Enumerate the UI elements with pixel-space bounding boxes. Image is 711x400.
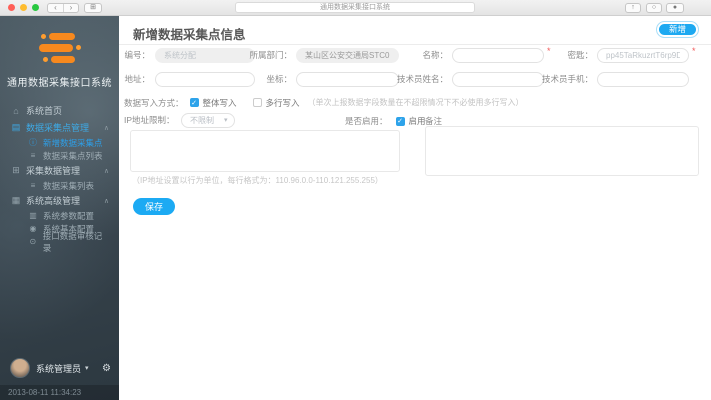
globe-icon: ◉	[27, 224, 39, 233]
chevron-up-icon: ∧	[104, 124, 109, 132]
department-field[interactable]	[296, 48, 399, 63]
list-icon: ≡	[27, 181, 39, 190]
sidebar-item-label: 系统首页	[26, 104, 62, 117]
divider	[119, 44, 711, 45]
name-label: 名称：	[414, 48, 448, 63]
share-icon[interactable]: ↑	[625, 3, 641, 13]
secret-label: 密匙：	[559, 48, 593, 63]
sidebar-menu: ⌂ 系统首页 ▤ 数据采集点管理 ∧ ⓘ 新增数据采集点 ≡ 数据采集点列表 ⊞…	[0, 102, 119, 248]
code-label: 编号：	[119, 48, 150, 63]
sidebar-item-collected-data-mgmt[interactable]: ⊞ 采集数据管理 ∧	[0, 162, 119, 179]
sidebar-item-label: 数据采集列表	[43, 180, 94, 192]
chevron-up-icon: ∧	[104, 167, 109, 175]
zoom-window-button[interactable]	[32, 4, 39, 11]
address-label: 地址：	[119, 72, 150, 87]
ip-note: （IP地址设置以行为单位，每行格式为：110.96.0.0-110.121.25…	[132, 175, 383, 186]
save-button[interactable]: 保存	[133, 198, 175, 215]
avatar	[10, 358, 30, 378]
enabled-row: 是否启用： ✓ 启用	[345, 115, 428, 127]
department-label: 所属部门：	[246, 48, 292, 63]
name-field[interactable]	[452, 48, 544, 63]
sidebar-item-label: 新增数据采集点	[43, 137, 103, 149]
nav-buttons: ‹ ›	[47, 3, 79, 13]
coordinate-field[interactable]	[296, 72, 399, 87]
tech-phone-label: 技术员手机：	[540, 72, 593, 87]
tech-phone-field[interactable]	[597, 72, 689, 87]
whole-write-label: 整体写入	[203, 97, 237, 109]
multiline-write-label: 多行写入	[266, 97, 300, 109]
audit-icon: ⊙	[27, 237, 39, 246]
sidebar-item-label: 采集数据管理	[26, 164, 80, 177]
sidebar-item-collection-point-list[interactable]: ≡ 数据采集点列表	[0, 149, 119, 162]
forward-icon[interactable]: ›	[63, 4, 78, 12]
modules-icon: ▦	[10, 195, 22, 206]
ip-list-textarea[interactable]	[130, 130, 400, 172]
sidebar-item-label: 系统高级管理	[26, 194, 80, 207]
reader-icon[interactable]: ○	[646, 3, 662, 13]
multiline-write-checkbox[interactable]	[253, 98, 262, 107]
sidebar: 通用数据采集接口系统 ⌂ 系统首页 ▤ 数据采集点管理 ∧ ⓘ 新增数据采集点 …	[0, 16, 119, 400]
profile-icon[interactable]: ●	[666, 3, 684, 13]
write-mode-row: 数据写入方式： ✓ 整体写入 多行写入 （单次上报数据字段数量在不超限情况下不必…	[124, 96, 524, 109]
user-menu[interactable]: 系统管理员 ▾ ⚙	[10, 358, 111, 378]
address-bar[interactable]: 通用数据采集接口系统	[235, 2, 475, 13]
sidebar-item-system-param-config[interactable]: ▥ 系统参数配置	[0, 209, 119, 222]
address-field[interactable]	[155, 72, 255, 87]
ip-limit-select[interactable]: 不限制 ▾	[181, 113, 235, 128]
main-content: 新增数据采集点信息 新增 编号： 所属部门： 名称： * 密匙： * 地址： 坐…	[119, 16, 711, 400]
home-icon: ⌂	[10, 106, 22, 116]
info-icon: ⓘ	[27, 137, 39, 148]
app-title: 通用数据采集接口系统	[0, 74, 119, 89]
enabled-label: 是否启用：	[345, 115, 388, 127]
enabled-checkbox[interactable]: ✓	[396, 117, 405, 126]
login-time: 2013-08-11 11:34:23	[8, 388, 81, 397]
tech-name-field[interactable]	[452, 72, 544, 87]
coordinate-label: 坐标：	[246, 72, 292, 87]
grid-icon: ⊞	[10, 165, 22, 176]
required-mark: *	[692, 46, 696, 56]
browser-chrome: ‹ › ⊞ 通用数据采集接口系统 ↑ ○ ●	[0, 0, 711, 16]
add-button[interactable]: 新增	[656, 21, 699, 38]
sidebar-item-label: 系统参数配置	[43, 210, 94, 222]
sidebar-item-home[interactable]: ⌂ 系统首页	[0, 102, 119, 119]
page-title: 新增数据采集点信息	[133, 24, 246, 43]
sidebar-item-data-collection-list[interactable]: ≡ 数据采集列表	[0, 179, 119, 192]
whole-write-checkbox[interactable]: ✓	[190, 98, 199, 107]
sidebar-item-label: 接口数据审核记录	[43, 230, 109, 254]
tech-name-label: 技术员姓名：	[395, 72, 448, 87]
gear-icon[interactable]: ⚙	[102, 363, 111, 374]
chevron-up-icon: ∧	[104, 197, 109, 205]
back-icon[interactable]: ‹	[48, 4, 63, 12]
sidebar-item-add-collection-point[interactable]: ⓘ 新增数据采集点	[0, 136, 119, 149]
caret-down-icon: ▾	[85, 364, 89, 372]
sidebar-item-label: 数据采集点列表	[43, 150, 103, 162]
sidebar-item-label: 数据采集点管理	[26, 121, 89, 134]
sidebar-footer: 2013-08-11 11:34:23	[0, 385, 119, 400]
sidebar-item-system-advanced-mgmt[interactable]: ▦ 系统高级管理 ∧	[0, 192, 119, 209]
select-caret-icon: ▾	[224, 114, 228, 127]
minimize-window-button[interactable]	[20, 4, 27, 11]
secret-field[interactable]	[597, 48, 689, 63]
add-button-label: 新增	[659, 24, 696, 35]
tabs-icon[interactable]: ⊞	[84, 3, 102, 13]
code-field[interactable]	[155, 48, 255, 63]
briefcase-icon: ▤	[10, 122, 22, 133]
write-mode-note: （单次上报数据字段数量在不超限情况下不必使用多行写入）	[308, 97, 524, 108]
list-icon: ≡	[27, 151, 39, 160]
remark-textarea[interactable]	[425, 126, 699, 176]
required-mark: *	[547, 46, 551, 56]
monitor-icon: ▥	[27, 211, 39, 220]
ip-limit-value: 不限制	[190, 114, 214, 127]
sidebar-item-collection-point-mgmt[interactable]: ▤ 数据采集点管理 ∧	[0, 119, 119, 136]
write-mode-label: 数据写入方式：	[124, 97, 184, 109]
user-name: 系统管理员	[36, 362, 81, 375]
ip-limit-label: IP地址限制：	[119, 113, 177, 128]
app-logo	[33, 31, 87, 65]
enabled-option-label: 启用	[409, 115, 426, 127]
close-window-button[interactable]	[8, 4, 15, 11]
sidebar-item-interface-audit-log[interactable]: ⊙ 接口数据审核记录	[0, 235, 119, 248]
